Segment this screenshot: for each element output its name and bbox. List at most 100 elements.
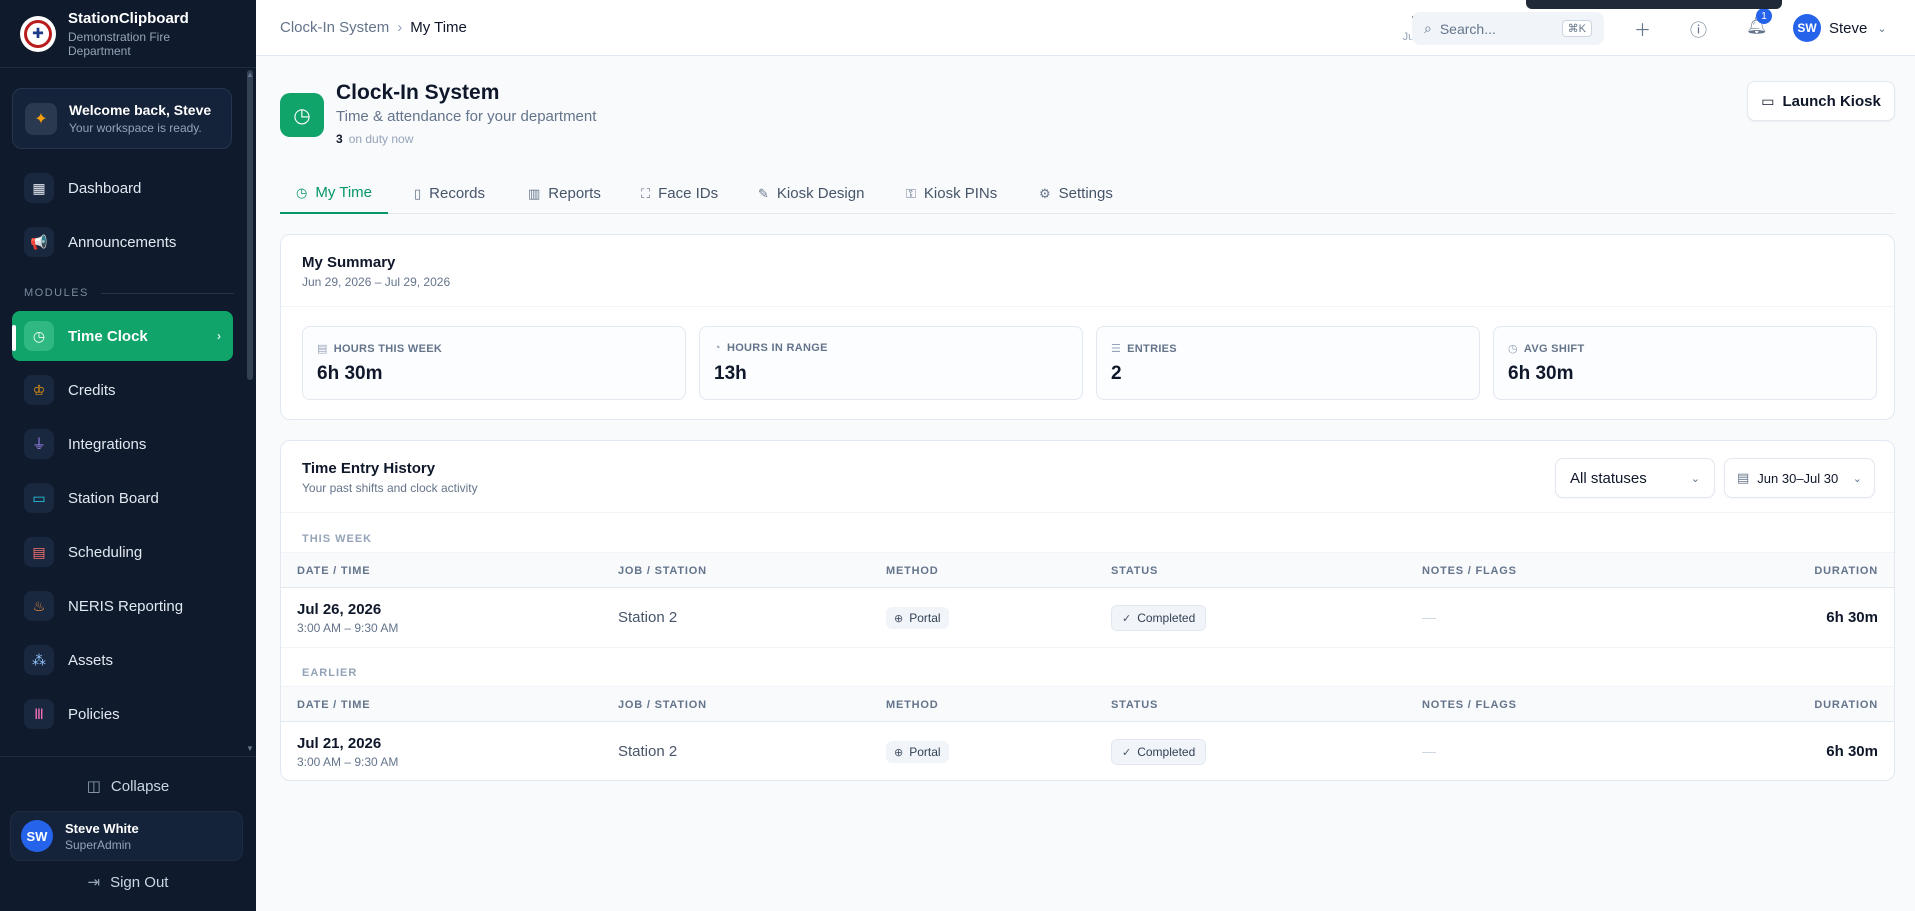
department-logo-icon: ✚	[20, 15, 56, 52]
sidebar-item-credits[interactable]: ♔ Credits	[12, 365, 233, 415]
tab-records[interactable]: ▯ Records	[414, 173, 485, 214]
user-menu-name: Steve	[1829, 19, 1868, 37]
clipboard-icon: ▯	[414, 185, 422, 201]
stat-hours-in-range: ◔ HOURS IN RANGE 13h	[699, 326, 1083, 400]
stat-entries: ☰ ENTRIES 2	[1096, 326, 1480, 400]
check-circle-icon: ✓	[1122, 612, 1132, 625]
tab-label: Records	[429, 185, 486, 202]
key-icon: ⚿	[906, 185, 916, 201]
status-filter-select[interactable]: All statuses ⌄	[1555, 458, 1715, 498]
chevron-down-icon: ⌄	[1852, 472, 1862, 485]
launch-kiosk-button[interactable]: ▭ Launch Kiosk	[1747, 81, 1895, 121]
column-header: DURATION	[1814, 699, 1878, 711]
sidebar-item-station-board[interactable]: ▭ Station Board	[12, 473, 233, 523]
entry-duration: 6h 30m	[1826, 743, 1878, 760]
user-name: Steve White	[65, 820, 139, 836]
scroll-down-icon[interactable]: ▼	[246, 744, 254, 753]
search-icon: ⌕	[1424, 20, 1432, 36]
clock-icon: ◷	[24, 321, 54, 351]
plus-icon[interactable]: ＋	[1634, 16, 1651, 41]
column-header: NOTES / FLAGS	[1422, 565, 1517, 577]
search-shortcut: ⌘K	[1561, 20, 1592, 37]
help-icon[interactable]: ⓘ	[1690, 16, 1707, 41]
entry-notes: —	[1422, 743, 1436, 759]
summary-title: My Summary	[302, 254, 396, 271]
sidebar-item-dashboard[interactable]: ▦ Dashboard	[12, 163, 233, 213]
tab-settings[interactable]: ⚙ Settings	[1039, 173, 1113, 214]
brand-subtitle: Demonstration Fire Department	[67, 29, 171, 58]
table-row[interactable]: Jul 26, 2026 3:00 AM – 9:30 AM Station 2…	[281, 588, 1894, 648]
column-header: JOB / STATION	[618, 699, 707, 711]
flame-icon: ♨	[24, 591, 54, 621]
sidebar-item-announcements[interactable]: 📢 Announcements	[12, 217, 233, 267]
divider	[281, 306, 1894, 307]
entry-station: Station 2	[618, 743, 678, 760]
tab-reports[interactable]: ▥ Reports	[528, 173, 601, 214]
sidebar-item-label: Assets	[68, 651, 114, 669]
table-row[interactable]: Jul 21, 2026 3:00 AM – 9:30 AM Station 2…	[281, 722, 1894, 780]
user-card[interactable]: SW Steve White SuperAdmin	[10, 811, 243, 861]
sparkles-icon: ✦	[25, 102, 57, 135]
notification-badge: 1	[1756, 8, 1772, 24]
sign-out-button[interactable]: ⇥ Sign Out	[0, 873, 256, 891]
column-header: JOB / STATION	[618, 565, 707, 577]
sign-out-label: Sign Out	[110, 874, 169, 891]
column-header: STATUS	[1111, 565, 1159, 577]
entry-time: 3:00 AM – 9:30 AM	[297, 755, 399, 769]
tab-label: My Time	[315, 184, 373, 201]
sidebar-item-time-clock[interactable]: ◷ Time Clock ›	[12, 311, 233, 361]
active-indicator	[12, 325, 16, 351]
tab-kiosk-design[interactable]: ✎ Kiosk Design	[758, 173, 864, 214]
brush-icon: ✎	[758, 185, 769, 201]
collapse-icon: ◫	[86, 778, 101, 795]
calendar-clock-icon: ▤	[317, 343, 328, 355]
date-range-value: Jun 30–Jul 30	[1757, 470, 1839, 486]
globe-icon: ⊕	[894, 612, 904, 625]
breadcrumb-current: My Time	[410, 19, 467, 36]
sidebar-item-integrations[interactable]: ⏚ Integrations	[12, 419, 233, 469]
brand-name: StationClipboard	[67, 9, 189, 27]
column-header: NOTES / FLAGS	[1422, 699, 1517, 711]
column-header: METHOD	[886, 699, 939, 711]
scroll-up-icon[interactable]: ▲	[246, 70, 254, 79]
sidebar-item-scheduling[interactable]: ▤ Scheduling	[12, 527, 233, 577]
sidebar-footer: ◫ Collapse SW Steve White SuperAdmin ⇥ Sig…	[0, 756, 256, 911]
sidebar-item-label: NERIS Reporting	[68, 597, 184, 615]
user-menu[interactable]: SW Steve ⌄	[1793, 14, 1887, 42]
sidebar-item-neris-reporting[interactable]: ♨ NERIS Reporting	[12, 581, 233, 631]
collapse-button[interactable]: ◫ Collapse	[0, 777, 256, 795]
on-duty-label: on duty now	[348, 132, 414, 146]
chevron-down-icon: ⌄	[1877, 22, 1887, 35]
monitor-icon: ▭	[1761, 92, 1775, 109]
column-header: DURATION	[1814, 565, 1878, 577]
page-title: Clock-In System	[336, 81, 500, 104]
sidebar-item-policies[interactable]: Ⅲ Policies	[12, 689, 233, 739]
tab-my-time[interactable]: ◷ My Time	[280, 173, 389, 214]
library-icon: Ⅲ	[24, 699, 54, 729]
entry-date: Jul 26, 2026	[297, 601, 382, 618]
launch-kiosk-label: Launch Kiosk	[1782, 92, 1881, 110]
log-out-icon: ⇥	[87, 874, 101, 891]
plug-icon: ⏚	[24, 429, 54, 459]
brand[interactable]: ✚ StationClipboard Demonstration Fire De…	[0, 0, 256, 68]
tab-face-ids[interactable]: ⛶ Face IDs	[641, 173, 718, 214]
tab-kiosk-pins[interactable]: ⚿ Kiosk PINs	[906, 173, 997, 214]
stat-value: 2	[1111, 363, 1122, 384]
breadcrumb-link[interactable]: Clock-In System	[280, 19, 389, 36]
column-header: STATUS	[1111, 699, 1159, 711]
megaphone-icon: 📢	[24, 227, 54, 257]
grid-icon: ▦	[24, 173, 54, 203]
toast-edge	[1526, 0, 1782, 9]
search-input[interactable]: ⌕ Search... ⌘K	[1412, 12, 1604, 45]
stat-avg-shift: ◷ AVG SHIFT 6h 30m	[1493, 326, 1877, 400]
stat-value: 13h	[714, 363, 747, 384]
entry-date: Jul 21, 2026	[297, 735, 382, 752]
tab-label: Settings	[1058, 185, 1113, 202]
sidebar-item-assets[interactable]: ⁂ Assets	[12, 635, 233, 685]
sidebar-scrollbar[interactable]	[247, 70, 253, 380]
stat-label: AVG SHIFT	[1523, 343, 1585, 355]
column-header: DATE / TIME	[297, 699, 371, 711]
date-range-filter[interactable]: ▤ Jun 30–Jul 30 ⌄	[1724, 458, 1875, 498]
collapse-label: Collapse	[110, 778, 170, 795]
sidebar-item-label: Station Board	[68, 489, 159, 507]
